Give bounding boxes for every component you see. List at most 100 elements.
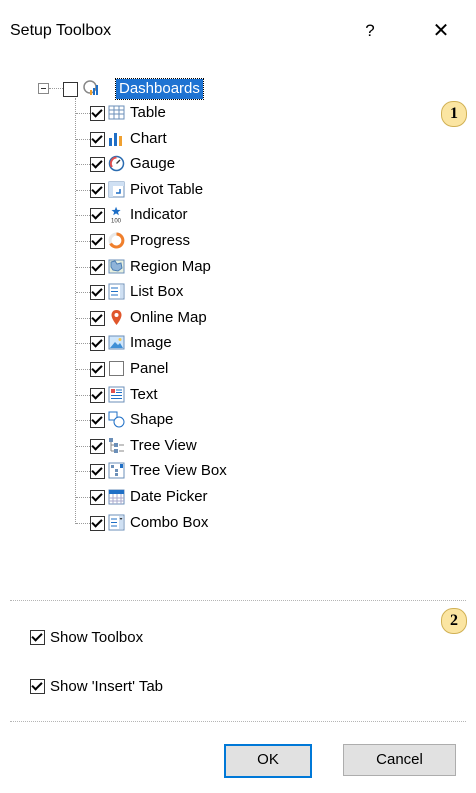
tree-item-label: Online Map <box>130 309 207 326</box>
show-insert-tab-label: Show 'Insert' Tab <box>50 678 164 695</box>
tree-item-checkbox[interactable] <box>90 362 105 377</box>
tree-item-tree-view-box[interactable]: Tree View Box <box>90 461 270 483</box>
tree-item-label: Date Picker <box>130 488 208 505</box>
tree-item-checkbox[interactable] <box>90 336 105 351</box>
tree-item-checkbox[interactable] <box>90 464 105 479</box>
tree-connector <box>49 88 63 89</box>
tree-item-label: Combo Box <box>130 514 209 531</box>
show-toolbox-checkbox[interactable] <box>30 630 45 645</box>
tree-item-gauge[interactable]: Gauge <box>90 154 270 176</box>
tree-connector <box>76 113 90 114</box>
tree-item-shape[interactable]: Shape <box>90 410 270 432</box>
tree-item-pivot-table[interactable]: Pivot Table <box>90 180 270 202</box>
separator-bottom <box>10 721 466 722</box>
cancel-button[interactable]: Cancel <box>343 744 456 776</box>
tree-item-date-picker[interactable]: Date Picker <box>90 487 270 509</box>
step-badge-2: 2 <box>441 608 467 634</box>
tree-root-dashboards[interactable]: Dashboards <box>63 78 223 101</box>
title-bar: Setup Toolbox ? ✕ <box>0 0 476 64</box>
tree-connector <box>76 523 90 524</box>
tree-item-label: Table <box>130 104 166 121</box>
tree-item-checkbox[interactable] <box>90 311 105 326</box>
tree-connector <box>76 369 90 370</box>
tree-connector <box>76 395 90 396</box>
tree-item-label: Panel <box>130 360 169 377</box>
shape-icon <box>108 411 125 428</box>
tree-item-online-map[interactable]: Online Map <box>90 308 270 330</box>
tree-item-text[interactable]: Text <box>90 385 270 407</box>
tree-item-indicator[interactable]: 100 Indicator <box>90 205 270 227</box>
tree-connector <box>76 497 90 498</box>
region-map-icon <box>108 259 125 274</box>
tree-item-table[interactable]: Table <box>90 103 270 125</box>
help-button[interactable]: ? <box>355 14 385 48</box>
tree-connector <box>76 139 90 140</box>
tree-item-checkbox[interactable] <box>90 285 105 300</box>
online-map-icon <box>111 310 122 325</box>
tree-item-checkbox[interactable] <box>90 260 105 275</box>
svg-text:100: 100 <box>111 219 122 224</box>
pivot-table-icon <box>108 181 125 198</box>
list-box-icon <box>108 283 125 300</box>
progress-icon <box>108 232 125 249</box>
text-icon <box>108 386 125 403</box>
tree-item-image[interactable]: Image <box>90 333 270 355</box>
tree-item-panel[interactable]: Panel <box>90 359 270 381</box>
combo-box-icon <box>108 514 125 531</box>
tree-item-label: Progress <box>130 232 191 249</box>
dashboard-icon <box>83 80 98 95</box>
root-checkbox[interactable] <box>63 82 78 97</box>
tree-trunk-line <box>75 98 76 524</box>
date-picker-icon <box>108 489 125 505</box>
tree-connector <box>76 267 90 268</box>
gauge-icon <box>108 155 125 172</box>
collapse-toggle[interactable] <box>38 83 49 94</box>
tree-item-label: Text <box>130 386 158 403</box>
tree-item-checkbox[interactable] <box>90 157 105 172</box>
tree-item-label: Tree View <box>130 437 197 454</box>
tree-connector <box>76 241 90 242</box>
tree-item-checkbox[interactable] <box>90 490 105 505</box>
show-toolbox-label: Show Toolbox <box>50 629 144 646</box>
tree-view-box-icon <box>108 462 125 479</box>
tree-item-list-box[interactable]: List Box <box>90 282 270 304</box>
tree-item-chart[interactable]: Chart <box>90 129 270 151</box>
tree-item-tree-view[interactable]: Tree View <box>90 436 270 458</box>
tree-item-label: Shape <box>130 411 174 428</box>
separator-top <box>10 600 466 601</box>
close-button[interactable]: ✕ <box>424 14 458 48</box>
tree-item-progress[interactable]: Progress <box>90 231 270 253</box>
step-badge-1: 1 <box>441 101 467 127</box>
tree-item-checkbox[interactable] <box>90 183 105 198</box>
tree-connector <box>76 164 90 165</box>
image-icon <box>108 335 125 350</box>
tree-item-label: Region Map <box>130 258 211 275</box>
show-insert-tab-checkbox[interactable] <box>30 679 45 694</box>
tree-item-label: Indicator <box>130 206 188 223</box>
tree-connector <box>76 318 90 319</box>
tree-item-checkbox[interactable] <box>90 413 105 428</box>
tree-item-checkbox[interactable] <box>90 132 105 147</box>
tree-connector <box>76 420 90 421</box>
indicator-icon: 100 <box>111 206 122 224</box>
tree-item-label: List Box <box>130 283 184 300</box>
tree-item-checkbox[interactable] <box>90 208 105 223</box>
tree-connector <box>76 471 90 472</box>
chart-icon <box>109 133 122 146</box>
tree-connector <box>76 215 90 216</box>
tree-item-checkbox[interactable] <box>90 234 105 249</box>
root-label: Dashboards <box>115 78 204 100</box>
tree-connector <box>76 292 90 293</box>
tree-item-label: Tree View Box <box>130 462 227 479</box>
ok-button[interactable]: OK <box>224 744 312 778</box>
tree-item-checkbox[interactable] <box>90 388 105 403</box>
tree-item-label: Image <box>130 334 172 351</box>
tree-item-combo-box[interactable]: Combo Box <box>90 513 270 535</box>
tree-item-checkbox[interactable] <box>90 516 105 531</box>
tree-item-region-map[interactable]: Region Map <box>90 257 270 279</box>
table-icon <box>108 105 125 120</box>
tree-connector <box>76 190 90 191</box>
tree-item-checkbox[interactable] <box>90 106 105 121</box>
tree-item-checkbox[interactable] <box>90 439 105 454</box>
window-title: Setup Toolbox <box>10 22 112 39</box>
